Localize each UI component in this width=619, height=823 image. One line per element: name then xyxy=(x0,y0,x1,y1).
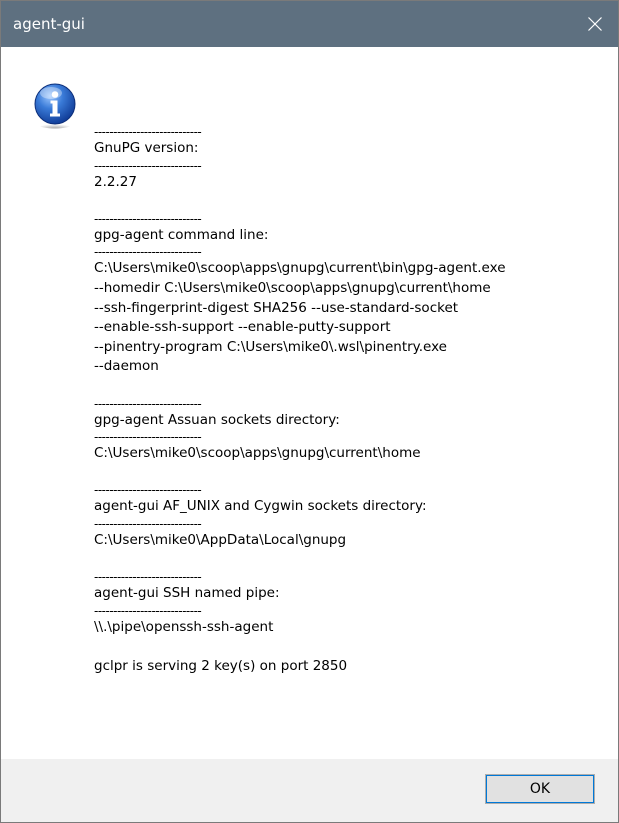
section-value: --ssh-fingerprint-digest SHA256 --use-st… xyxy=(94,299,459,316)
section-heading: GnuPG version: xyxy=(94,140,199,156)
section-value: C:\Users\mike0\scoop\apps\gnupg\current\… xyxy=(94,260,506,277)
separator-line: ---------------------------- xyxy=(94,125,202,139)
close-icon xyxy=(588,17,602,31)
ok-button[interactable]: OK xyxy=(485,774,595,804)
dialog-window: agent-gui ---------------------------- G… xyxy=(0,0,619,823)
separator-line: ---------------------------- xyxy=(94,245,202,260)
info-icon xyxy=(34,83,76,129)
separator-line: ---------------------------- xyxy=(94,396,202,411)
window-title: agent-gui xyxy=(13,15,85,33)
separator-line: ---------------------------- xyxy=(94,483,202,498)
section-heading: agent-gui SSH named pipe: xyxy=(94,585,280,602)
title-bar[interactable]: agent-gui xyxy=(1,1,618,47)
section-value: \\.\pipe\openssh-ssh-agent xyxy=(94,618,274,635)
separator-line: ---------------------------- xyxy=(94,516,202,531)
separator-line: ---------------------------- xyxy=(94,211,202,226)
section-value: 2.2.27 xyxy=(94,173,137,190)
section-heading: gpg-agent command line: xyxy=(94,226,269,243)
section-value: --enable-ssh-support --enable-putty-supp… xyxy=(94,319,391,336)
section-heading: agent-gui AF_UNIX and Cygwin sockets dir… xyxy=(94,498,427,515)
separator-line: ---------------------------- xyxy=(94,570,202,585)
section-value: --homedir C:\Users\mike0\scoop\apps\gnup… xyxy=(94,279,491,296)
dialog-content: ---------------------------- GnuPG versio… xyxy=(1,47,618,759)
separator-line: ---------------------------- xyxy=(94,158,202,173)
button-area: OK xyxy=(1,759,618,822)
separator-line: ---------------------------- xyxy=(94,430,202,445)
separator-line: ---------------------------- xyxy=(94,603,202,618)
message-text: ---------------------------- GnuPG versio… xyxy=(94,125,604,676)
section-value: --daemon xyxy=(94,358,159,375)
close-button[interactable] xyxy=(572,1,618,47)
section-value: C:\Users\mike0\scoop\apps\gnupg\current\… xyxy=(94,445,421,462)
section-value: --pinentry-program C:\Users\mike0\.wsl\p… xyxy=(94,338,447,355)
section-value: C:\Users\mike0\AppData\Local\gnupg xyxy=(94,531,347,548)
section-heading: gpg-agent Assuan sockets directory: xyxy=(94,411,340,428)
status-line: gclpr is serving 2 key(s) on port 2850 xyxy=(94,657,348,674)
